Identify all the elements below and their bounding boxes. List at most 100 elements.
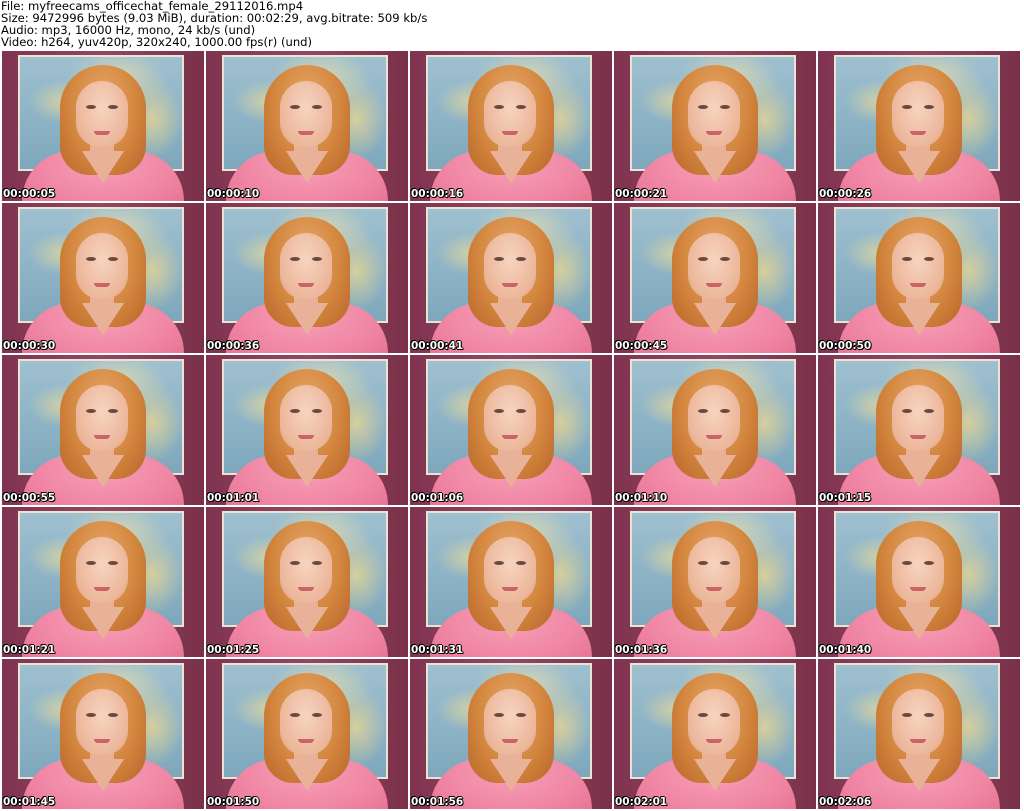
v-neckline [694,607,736,639]
thumbnail-timestamp: 00:01:40 [819,644,872,656]
thumbnail-timestamp: 00:01:31 [411,644,464,656]
thumbnail-timestamp: 00:00:50 [819,340,872,352]
video-thumbnail: 00:01:40 [818,507,1020,657]
video-thumbnail: 00:01:56 [410,659,612,809]
face [76,385,128,451]
video-thumbnail: 00:01:21 [2,507,204,657]
face [484,385,536,451]
file-info-header: File: myfreecams_officechat_female_29112… [1,0,1021,48]
face [892,81,944,147]
v-neckline [898,303,940,335]
video-thumbnail: 00:00:26 [818,51,1020,201]
mouth [706,739,722,743]
mouth [502,283,518,287]
right-eye [108,105,118,109]
face [688,537,740,603]
right-eye [516,409,526,413]
thumbnail-timestamp: 00:01:15 [819,492,872,504]
thumbnail-grid: 00:00:05 00:00:10 00:00:16 00:00:21 00:00:26… [0,50,1024,811]
thumbnail-timestamp: 00:01:36 [615,644,668,656]
right-eye [720,409,730,413]
thumbnail-timestamp: 00:00:36 [207,340,260,352]
thumbnail-timestamp: 00:00:26 [819,188,872,200]
mouth [298,283,314,287]
v-neckline [286,607,328,639]
mouth [910,739,926,743]
right-eye [516,561,526,565]
left-eye [698,105,708,109]
face [892,689,944,755]
right-eye [924,409,934,413]
v-neckline [82,151,124,183]
thumbnail-timestamp: 00:01:10 [615,492,668,504]
right-eye [312,713,322,717]
v-neckline [490,303,532,335]
left-eye [902,713,912,717]
thumbnail-timestamp: 00:00:41 [411,340,464,352]
thumbnail-timestamp: 00:00:05 [3,188,56,200]
video-thumbnail: 00:01:06 [410,355,612,505]
mouth [910,587,926,591]
left-eye [494,105,504,109]
right-eye [312,105,322,109]
face [484,233,536,299]
v-neckline [286,151,328,183]
mouth [298,435,314,439]
mouth [94,283,110,287]
left-eye [698,257,708,261]
left-eye [902,409,912,413]
face [688,689,740,755]
face [688,81,740,147]
video-thumbnail: 00:02:01 [614,659,816,809]
left-eye [86,409,96,413]
left-eye [902,561,912,565]
video-thumbnail: 00:01:31 [410,507,612,657]
thumbnail-timestamp: 00:01:56 [411,796,464,808]
thumbnail-timestamp: 00:02:01 [615,796,668,808]
right-eye [312,561,322,565]
left-eye [290,713,300,717]
right-eye [924,257,934,261]
left-eye [494,561,504,565]
mouth [910,283,926,287]
v-neckline [286,455,328,487]
left-eye [698,713,708,717]
right-eye [720,105,730,109]
v-neckline [490,455,532,487]
face [892,537,944,603]
video-thumbnail: 00:01:10 [614,355,816,505]
mouth [706,435,722,439]
face [76,233,128,299]
v-neckline [898,151,940,183]
left-eye [86,257,96,261]
video-thumbnail: 00:00:30 [2,203,204,353]
face [688,385,740,451]
right-eye [108,409,118,413]
mouth [298,739,314,743]
video-thumbnail: 00:01:50 [206,659,408,809]
v-neckline [898,759,940,791]
thumbnail-timestamp: 00:00:10 [207,188,260,200]
video-thumbnail: 00:01:36 [614,507,816,657]
mouth [706,587,722,591]
mouth [298,131,314,135]
v-neckline [694,151,736,183]
v-neckline [898,607,940,639]
face [280,385,332,451]
face [76,689,128,755]
video-thumbnail: 00:00:05 [2,51,204,201]
thumbnail-timestamp: 00:01:06 [411,492,464,504]
video-thumbnail: 00:00:10 [206,51,408,201]
left-eye [494,409,504,413]
video-thumbnail: 00:01:25 [206,507,408,657]
left-eye [494,257,504,261]
right-eye [924,713,934,717]
thumbnail-timestamp: 00:02:06 [819,796,872,808]
mouth [502,587,518,591]
video-thumbnail: 00:00:16 [410,51,612,201]
thumbnail-timestamp: 00:00:55 [3,492,56,504]
thumbnail-timestamp: 00:01:50 [207,796,260,808]
left-eye [902,257,912,261]
mouth [706,283,722,287]
right-eye [516,257,526,261]
